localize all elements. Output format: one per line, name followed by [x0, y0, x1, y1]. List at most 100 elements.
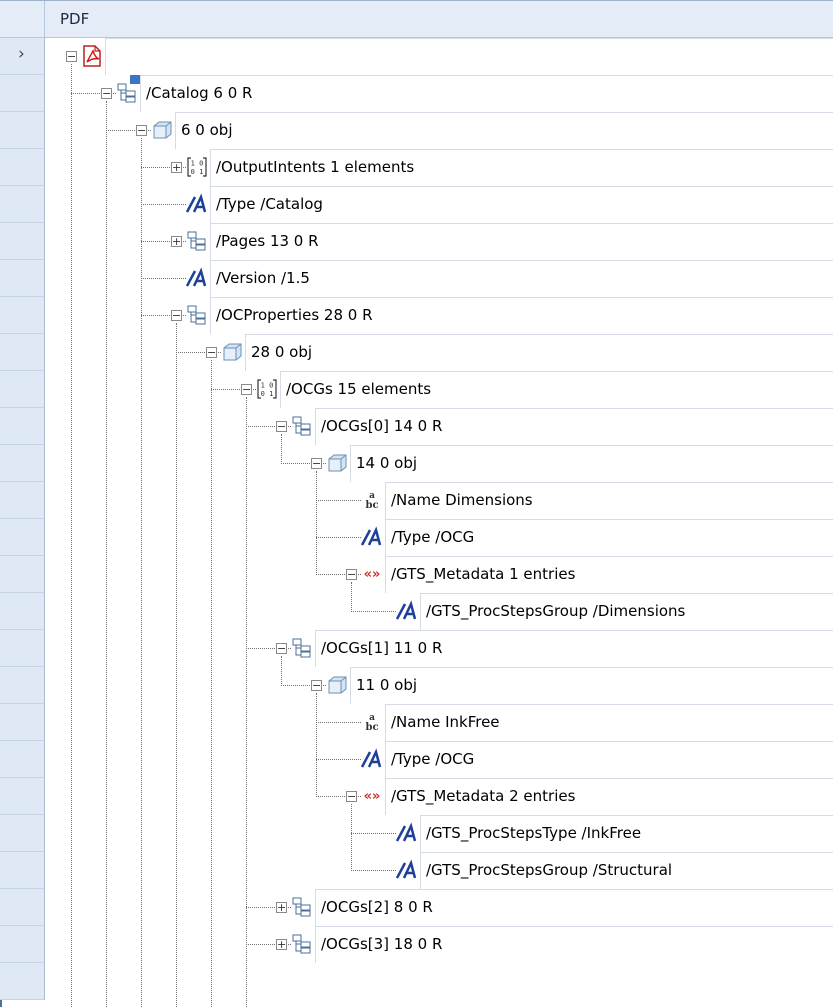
row-selector[interactable] — [0, 889, 45, 926]
row-selector[interactable] — [0, 149, 45, 186]
collapse-toggle-icon[interactable]: − — [276, 421, 287, 432]
row-selector[interactable] — [0, 112, 45, 149]
row-selector[interactable] — [0, 223, 45, 260]
pdf-file-icon — [81, 45, 103, 67]
row-selector[interactable] — [0, 408, 45, 445]
expand-toggle-icon[interactable]: + — [276, 939, 287, 950]
row-selector[interactable] — [0, 334, 45, 371]
row-selector[interactable]: › — [0, 38, 45, 75]
row-selector[interactable] — [0, 260, 45, 297]
array-icon: 1 00 1 — [186, 156, 208, 178]
string-icon: a bc — [361, 711, 383, 733]
svg-text:bc: bc — [365, 500, 378, 511]
dictionary-ref-icon — [291, 415, 313, 437]
tree-row[interactable] — [350, 667, 833, 704]
row-selector[interactable] — [0, 186, 45, 223]
tree-row[interactable] — [105, 38, 833, 75]
collapse-toggle-icon[interactable]: − — [206, 347, 217, 358]
row-selector[interactable] — [0, 556, 45, 593]
tree-node-label: /GTS_ProcStepsGroup /Dimensions — [426, 602, 686, 620]
dictionary-ref-icon — [291, 637, 313, 659]
tree-connector — [316, 537, 361, 538]
tree-guide-line — [176, 323, 177, 1007]
tree-node-label: /OCGs[1] 11 0 R — [321, 639, 443, 657]
tree-node-label: 6 0 obj — [181, 121, 233, 139]
row-selector[interactable] — [0, 371, 45, 408]
name-icon — [361, 526, 383, 548]
collapse-toggle-icon[interactable]: − — [171, 310, 182, 321]
tree-connector — [351, 833, 396, 834]
row-selector[interactable] — [0, 482, 45, 519]
tree-node-label: /Name Dimensions — [391, 491, 533, 509]
dictionary-icon: «» — [361, 563, 383, 585]
collapse-toggle-icon[interactable]: − — [311, 680, 322, 691]
tree-row[interactable] — [245, 334, 833, 371]
collapse-toggle-icon[interactable]: − — [311, 458, 322, 469]
string-icon: a bc — [361, 489, 383, 511]
row-selector[interactable] — [0, 741, 45, 778]
tree-node-label: /OutputIntents 1 elements — [216, 158, 415, 176]
collapse-toggle-icon[interactable]: − — [241, 384, 252, 395]
tree-row[interactable] — [175, 112, 833, 149]
object-cube-icon — [326, 674, 348, 696]
dictionary-ref-icon — [186, 304, 208, 326]
svg-text:bc: bc — [365, 722, 378, 733]
name-icon — [361, 748, 383, 770]
row-selector[interactable] — [0, 75, 45, 112]
array-icon: 1 00 1 — [256, 378, 278, 400]
tree-node-label: 14 0 obj — [356, 454, 418, 472]
row-selector[interactable] — [0, 667, 45, 704]
tree-node-label: /OCGs[3] 18 0 R — [321, 935, 443, 953]
tree-guide-line — [281, 656, 282, 686]
tree-connector — [316, 500, 361, 501]
expand-toggle-icon[interactable]: + — [171, 162, 182, 173]
collapse-toggle-icon[interactable]: − — [346, 569, 357, 580]
row-selector[interactable] — [0, 778, 45, 815]
row-selector[interactable] — [0, 297, 45, 334]
tree-node-label: 28 0 obj — [251, 343, 313, 361]
object-cube-icon — [326, 452, 348, 474]
tree-connector — [351, 870, 396, 871]
name-icon — [186, 267, 208, 289]
collapse-toggle-icon[interactable]: − — [136, 125, 147, 136]
row-selector[interactable] — [0, 445, 45, 482]
collapse-toggle-icon[interactable]: − — [276, 643, 287, 654]
tree-node-label: /OCProperties 28 0 R — [216, 306, 373, 324]
dictionary-ref-icon — [291, 933, 313, 955]
tree-row[interactable] — [350, 445, 833, 482]
tree-connector — [141, 278, 186, 279]
row-selector[interactable] — [0, 852, 45, 889]
row-selector[interactable] — [0, 926, 45, 963]
grid-header: PDF — [0, 0, 833, 38]
tree-node-label: /Catalog 6 0 R — [146, 84, 253, 102]
tree-guide-line — [211, 360, 212, 1007]
svg-text:1 0: 1 0 — [191, 160, 204, 168]
tree-node-label: /OCGs[0] 14 0 R — [321, 417, 443, 435]
tree-node-label: /GTS_ProcStepsGroup /Structural — [426, 861, 673, 879]
tree-guide-line — [351, 804, 352, 871]
tree-node-label: /Pages 13 0 R — [216, 232, 319, 250]
row-selector[interactable] — [0, 963, 45, 1000]
tree-guide-line — [106, 101, 107, 1007]
name-icon — [396, 600, 418, 622]
expand-toggle-icon[interactable]: + — [276, 902, 287, 913]
collapse-toggle-icon[interactable]: − — [101, 88, 112, 99]
tree-guide-line — [141, 138, 142, 1007]
row-selector[interactable] — [0, 704, 45, 741]
row-selector[interactable] — [0, 519, 45, 556]
name-icon — [396, 859, 418, 881]
tree-guide-line — [281, 434, 282, 464]
row-selector[interactable] — [0, 815, 45, 852]
tree-connector — [316, 722, 361, 723]
tree-node-label: /OCGs 15 elements — [286, 380, 432, 398]
row-selector[interactable] — [0, 593, 45, 630]
column-header-pdf[interactable]: PDF — [60, 10, 89, 28]
dictionary-ref-icon — [186, 230, 208, 252]
collapse-toggle-icon[interactable]: − — [66, 51, 77, 62]
row-selector[interactable] — [0, 630, 45, 667]
name-icon — [396, 822, 418, 844]
collapse-toggle-icon[interactable]: − — [346, 791, 357, 802]
object-cube-icon — [151, 119, 173, 141]
header-selector-cell — [0, 1, 45, 37]
expand-toggle-icon[interactable]: + — [171, 236, 182, 247]
